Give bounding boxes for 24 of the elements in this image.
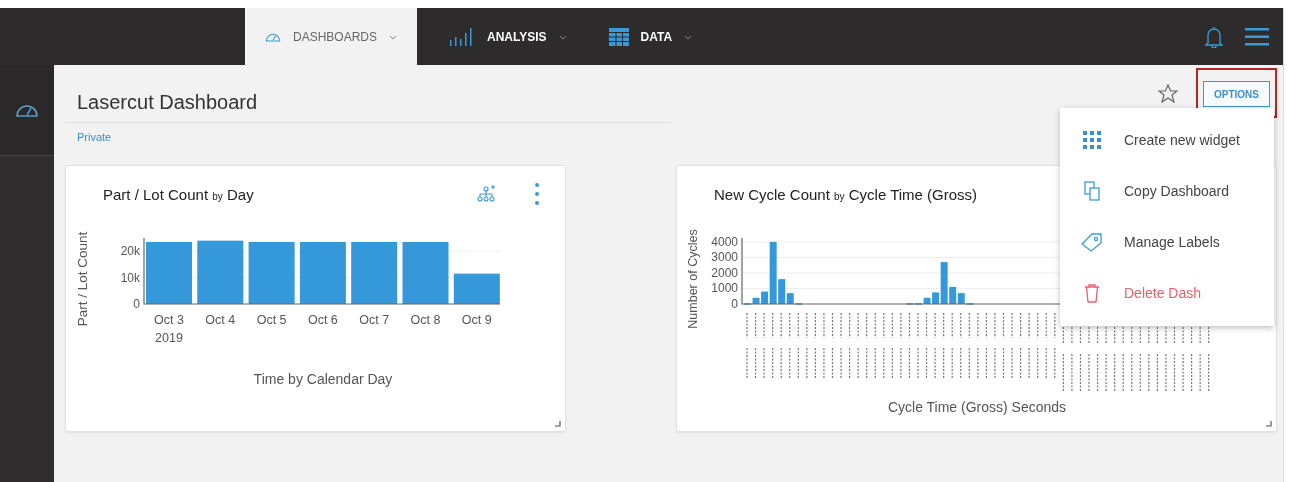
axis-tick-label: 2000 (711, 265, 738, 280)
widget-title: New Cycle Count by Cycle Time (Gross) (714, 185, 978, 203)
dashboard-title: Lasercut Dashboard (65, 91, 671, 123)
axis-title: Part / Lot Count (75, 231, 90, 327)
axis-title: Number of Cycles (686, 229, 700, 329)
visibility-label: Private (77, 131, 112, 143)
axis-tick-label: 20k (120, 244, 140, 259)
axis-tick-label: Oct 5 (256, 313, 287, 327)
axis-title: Time by Calendar Day (253, 371, 393, 387)
axis-tick-label: Oct 7 (359, 313, 390, 327)
axis-tick-label: Oct 8 (410, 313, 441, 327)
axis-tick-label: 10k (120, 270, 140, 285)
axis-tick-label: Oct 6 (307, 313, 338, 327)
axis-tick-label: 0 (731, 297, 738, 311)
axis-tick-label: 2019 (155, 331, 183, 345)
axis-tick-label: 1000 (711, 281, 738, 296)
axis-title: Cycle Time (Gross) Seconds (887, 399, 1067, 415)
widget-title: Part / Lot Count by Day (103, 185, 254, 203)
axis-tick-label: 4000 (711, 234, 738, 249)
axis-tick-label: Oct 4 (205, 313, 236, 327)
axis-tick-label: Oct 3 (154, 313, 184, 327)
axis-tick-label: 0 (133, 297, 140, 311)
axis-tick-label: Oct 9 (461, 313, 492, 327)
axis-tick-label: 3000 (711, 250, 738, 265)
